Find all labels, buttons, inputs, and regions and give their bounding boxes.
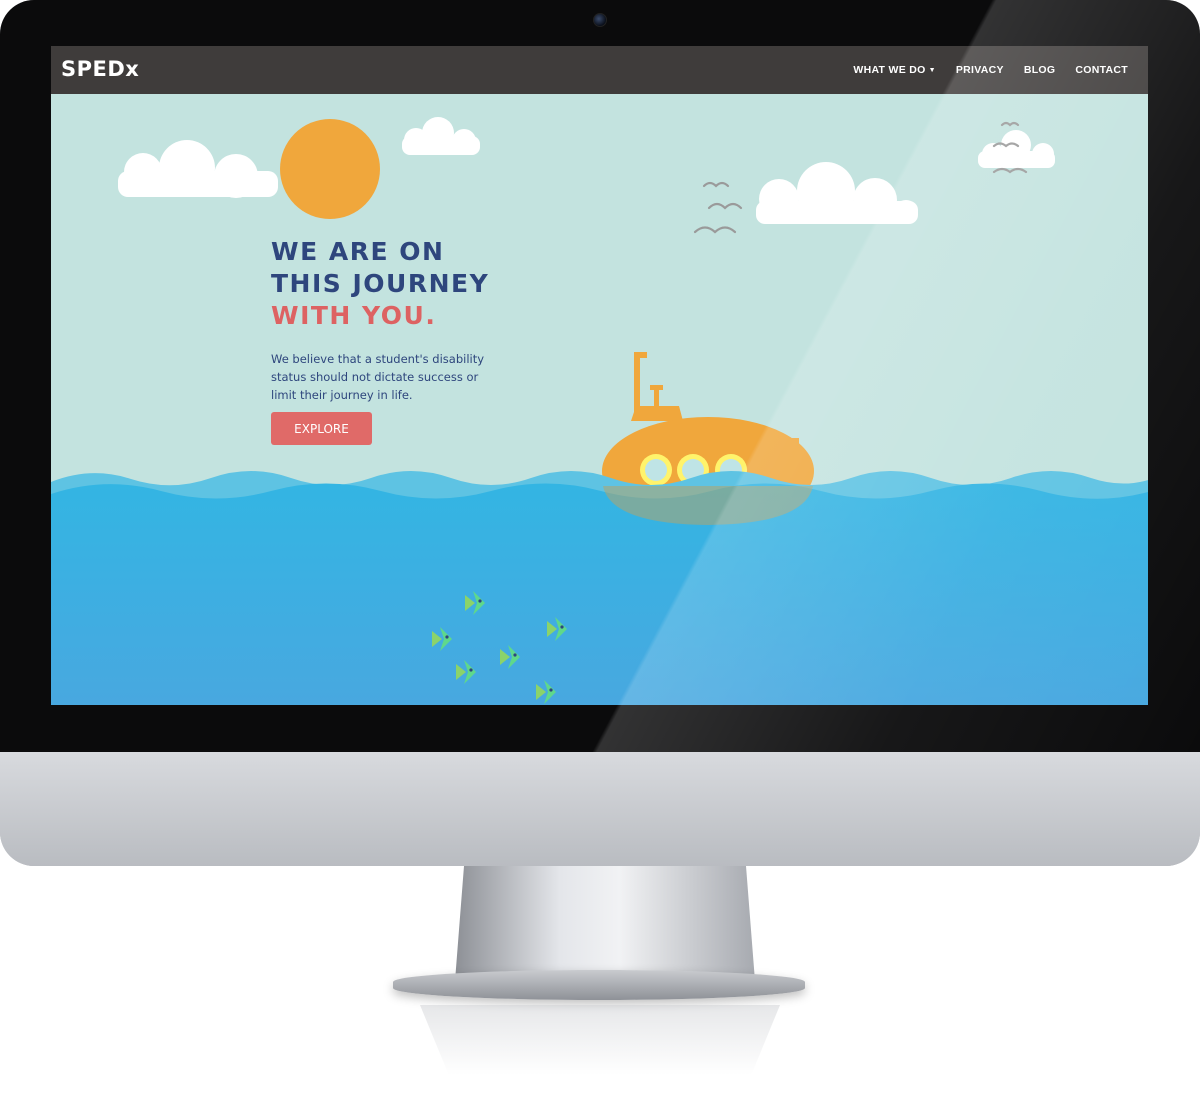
hero-description: We believe that a student's disability s… <box>271 352 485 402</box>
brand-logo[interactable]: SPEDx <box>61 57 139 81</box>
nav-item-what-we-do[interactable]: WHAT WE DO ▼ <box>853 64 935 76</box>
site-navbar: SPEDx WHAT WE DO ▼ PRIVACY BLOG CONTACT <box>51 46 1148 94</box>
headline-line-2: THIS JOURNEY <box>271 269 490 298</box>
hero-headline: WE ARE ON THIS JOURNEY WITH YOU. <box>271 236 531 332</box>
nav-item-label: WHAT WE DO <box>853 64 926 76</box>
monitor-frame: SPEDx WHAT WE DO ▼ PRIVACY BLOG CONTACT W… <box>0 0 1200 866</box>
hero-content: WE ARE ON THIS JOURNEY WITH YOU. We beli… <box>271 236 531 445</box>
caret-down-icon: ▼ <box>928 67 936 74</box>
sea-water <box>51 483 1148 705</box>
monitor-stand <box>455 866 755 981</box>
sun-icon <box>280 119 380 219</box>
monitor-chin <box>0 752 1200 866</box>
monitor-stand-base <box>393 970 805 1000</box>
headline-line-1: WE ARE ON <box>271 237 445 266</box>
camera-icon <box>593 13 607 27</box>
nav-item-blog[interactable]: BLOG <box>1024 64 1056 76</box>
nav-menu: WHAT WE DO ▼ PRIVACY BLOG CONTACT <box>853 46 1128 94</box>
headline-line-3: WITH YOU. <box>271 301 437 330</box>
website-screen: SPEDx WHAT WE DO ▼ PRIVACY BLOG CONTACT W… <box>51 46 1148 705</box>
nav-item-privacy[interactable]: PRIVACY <box>956 64 1004 76</box>
stand-reflection <box>420 1005 780 1075</box>
nav-item-contact[interactable]: CONTACT <box>1075 64 1128 76</box>
explore-button[interactable]: EXPLORE <box>271 412 372 445</box>
hero-illustration <box>51 46 1148 705</box>
